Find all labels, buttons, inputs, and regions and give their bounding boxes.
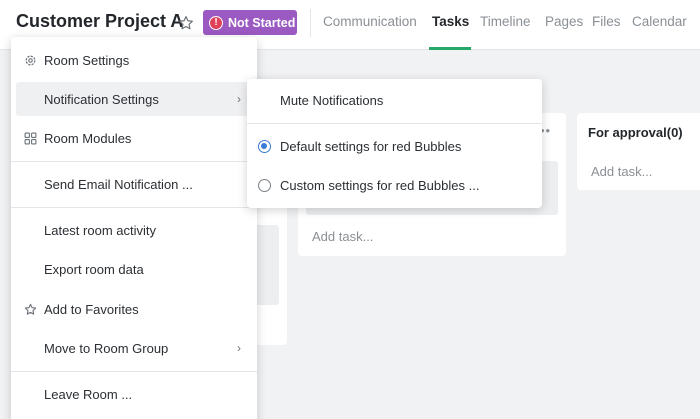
tab-timeline[interactable]: Timeline: [480, 14, 531, 29]
mute-notifications-option[interactable]: Mute Notifications: [247, 82, 542, 118]
mute-notifications-label: Mute Notifications: [280, 92, 384, 108]
default-settings-label: Default settings for red Bubbles: [280, 138, 462, 154]
menu-item-label: Send Email Notification ...: [44, 176, 193, 192]
menu-item-notification-settings[interactable]: Notification Settings ›: [16, 82, 257, 116]
menu-item-label: Add to Favorites: [44, 301, 139, 317]
menu-item-label: Move to Room Group: [44, 340, 169, 356]
menu-item-label: Latest room activity: [44, 222, 156, 238]
custom-settings-option[interactable]: Custom settings for red Bubbles ...: [247, 167, 542, 203]
tab-tasks[interactable]: Tasks: [432, 14, 469, 29]
room-options-menu: Room Settings Notification Settings › Ro…: [11, 37, 257, 419]
tab-calendar[interactable]: Calendar: [632, 14, 687, 29]
menu-item-label: Room Settings: [44, 52, 130, 68]
header-divider: [310, 9, 311, 37]
menu-item-label: Leave Room ...: [44, 386, 133, 402]
menu-divider: [11, 207, 257, 208]
menu-item-room-modules[interactable]: Room Modules: [11, 121, 257, 155]
alert-icon: !: [209, 15, 223, 30]
chevron-right-icon: ›: [237, 92, 241, 106]
gear-icon: [23, 53, 37, 67]
radio-checked-icon[interactable]: [258, 139, 271, 153]
menu-item-send-email-notification[interactable]: Send Email Notification ...: [11, 167, 257, 201]
column-title: For approval(0): [588, 125, 683, 140]
default-settings-option[interactable]: Default settings for red Bubbles: [247, 128, 542, 164]
menu-divider: [11, 371, 257, 372]
board-column-for-approval: For approval(0) Add task...: [577, 113, 700, 190]
star-icon: [179, 16, 193, 30]
menu-item-label: Notification Settings: [44, 91, 159, 107]
menu-item-room-settings[interactable]: Room Settings: [11, 43, 257, 77]
chevron-right-icon: ›: [237, 341, 241, 355]
menu-divider: [11, 161, 257, 162]
menu-item-leave-room[interactable]: Leave Room ...: [11, 377, 257, 411]
project-title: Customer Project A: [16, 11, 184, 31]
menu-item-label: Export room data: [44, 261, 144, 277]
tab-pages[interactable]: Pages: [545, 14, 583, 29]
menu-item-move-to-room-group[interactable]: Move to Room Group ›: [11, 331, 257, 365]
status-badge[interactable]: ! Not Started: [203, 10, 297, 35]
menu-item-latest-room-activity[interactable]: Latest room activity: [11, 213, 257, 247]
status-label: Not Started: [228, 15, 296, 30]
menu-item-export-room-data[interactable]: Export room data: [11, 252, 257, 286]
add-task-link[interactable]: Add task...: [591, 164, 652, 179]
tab-communication[interactable]: Communication: [323, 14, 417, 29]
radio-unchecked-icon[interactable]: [258, 178, 271, 192]
menu-item-label: Room Modules: [44, 130, 132, 146]
add-task-link[interactable]: Add task...: [312, 229, 373, 244]
custom-settings-label: Custom settings for red Bubbles ...: [280, 177, 480, 193]
favorite-star-button[interactable]: [176, 13, 196, 33]
tab-files[interactable]: Files: [592, 14, 621, 29]
submenu-divider: [247, 123, 542, 124]
menu-item-add-to-favorites[interactable]: Add to Favorites: [11, 292, 257, 326]
notification-settings-submenu: Mute Notifications Default settings for …: [247, 79, 542, 208]
star-icon: [23, 302, 37, 316]
modules-grid-icon: [23, 131, 37, 145]
active-tab-indicator: [429, 47, 471, 50]
